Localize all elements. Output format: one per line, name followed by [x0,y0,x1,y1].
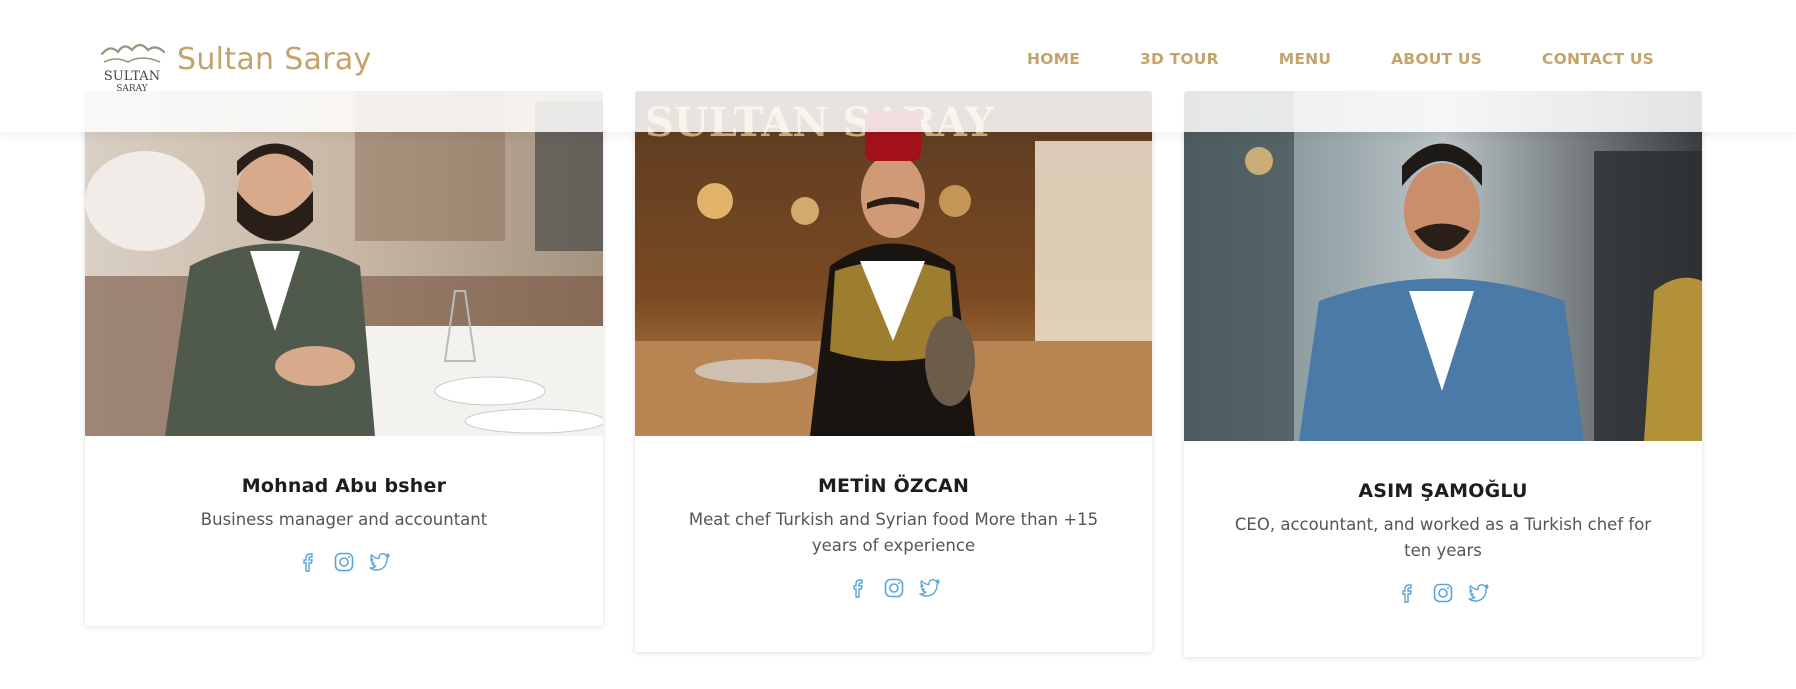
logo-text-bottom: SARAY [116,84,149,94]
team-member-name: METİN ÖZCAN [817,475,970,497]
team-member-role: Meat chef Turkish and Syrian food More t… [688,510,1099,555]
social-links [85,551,603,573]
instagram-icon[interactable] [333,551,355,573]
logo-text-top: SULTAN [104,69,160,84]
twitter-icon[interactable] [918,577,941,599]
nav-about-us[interactable]: ABOUT US [1391,50,1482,68]
team-member-role: Business manager and accountant [200,510,488,529]
team-member-name: Mohnad Abu bsher [241,475,447,497]
twitter-icon[interactable] [1468,582,1490,604]
social-links [1184,582,1702,604]
site-header: SULTAN SARAY Sultan Saray HOME 3D TOUR M… [0,0,1796,132]
nav-contact-us[interactable]: CONTACT US [1542,50,1654,68]
twitter-icon[interactable] [369,551,391,573]
team-member-photo [1184,91,1702,441]
team-card-body: ASIM ŞAMOĞLU CEO, accountant, and worked… [1184,480,1702,604]
team-member-name: ASIM ŞAMOĞLU [1358,480,1528,502]
team-card: Mohnad Abu bsher Business manager and ac… [85,91,603,626]
facebook-icon[interactable] [1396,582,1418,604]
team-card: ASIM ŞAMOĞLU CEO, accountant, and worked… [1184,91,1702,657]
team-member-photo [85,91,603,436]
facebook-icon[interactable] [847,577,869,599]
social-links [635,577,1152,599]
nav-menu[interactable]: MENU [1279,50,1331,68]
facebook-icon[interactable] [297,551,319,573]
nav-home[interactable]: HOME [1027,50,1080,68]
team-member-photo: SULTAN SARAY [635,91,1152,436]
instagram-icon[interactable] [883,577,905,599]
team-card-body: METİN ÖZCAN Meat chef Turkish and Syrian… [635,475,1152,599]
brand-name[interactable]: Sultan Saray [177,42,372,77]
logo[interactable]: SULTAN SARAY [96,36,168,94]
page: Mohnad Abu bsher Business manager and ac… [0,0,1796,689]
main-nav: HOME 3D TOUR MENU ABOUT US CONTACT US [1027,50,1654,68]
nav-3d-tour[interactable]: 3D TOUR [1140,50,1219,68]
team-card-body: Mohnad Abu bsher Business manager and ac… [85,475,603,573]
instagram-icon[interactable] [1432,582,1454,604]
team-card: SULTAN SARAY METİN ÖZCAN Meat chef Turki… [635,91,1152,652]
team-member-role: CEO, accountant, and worked as a Turkish… [1234,515,1652,560]
